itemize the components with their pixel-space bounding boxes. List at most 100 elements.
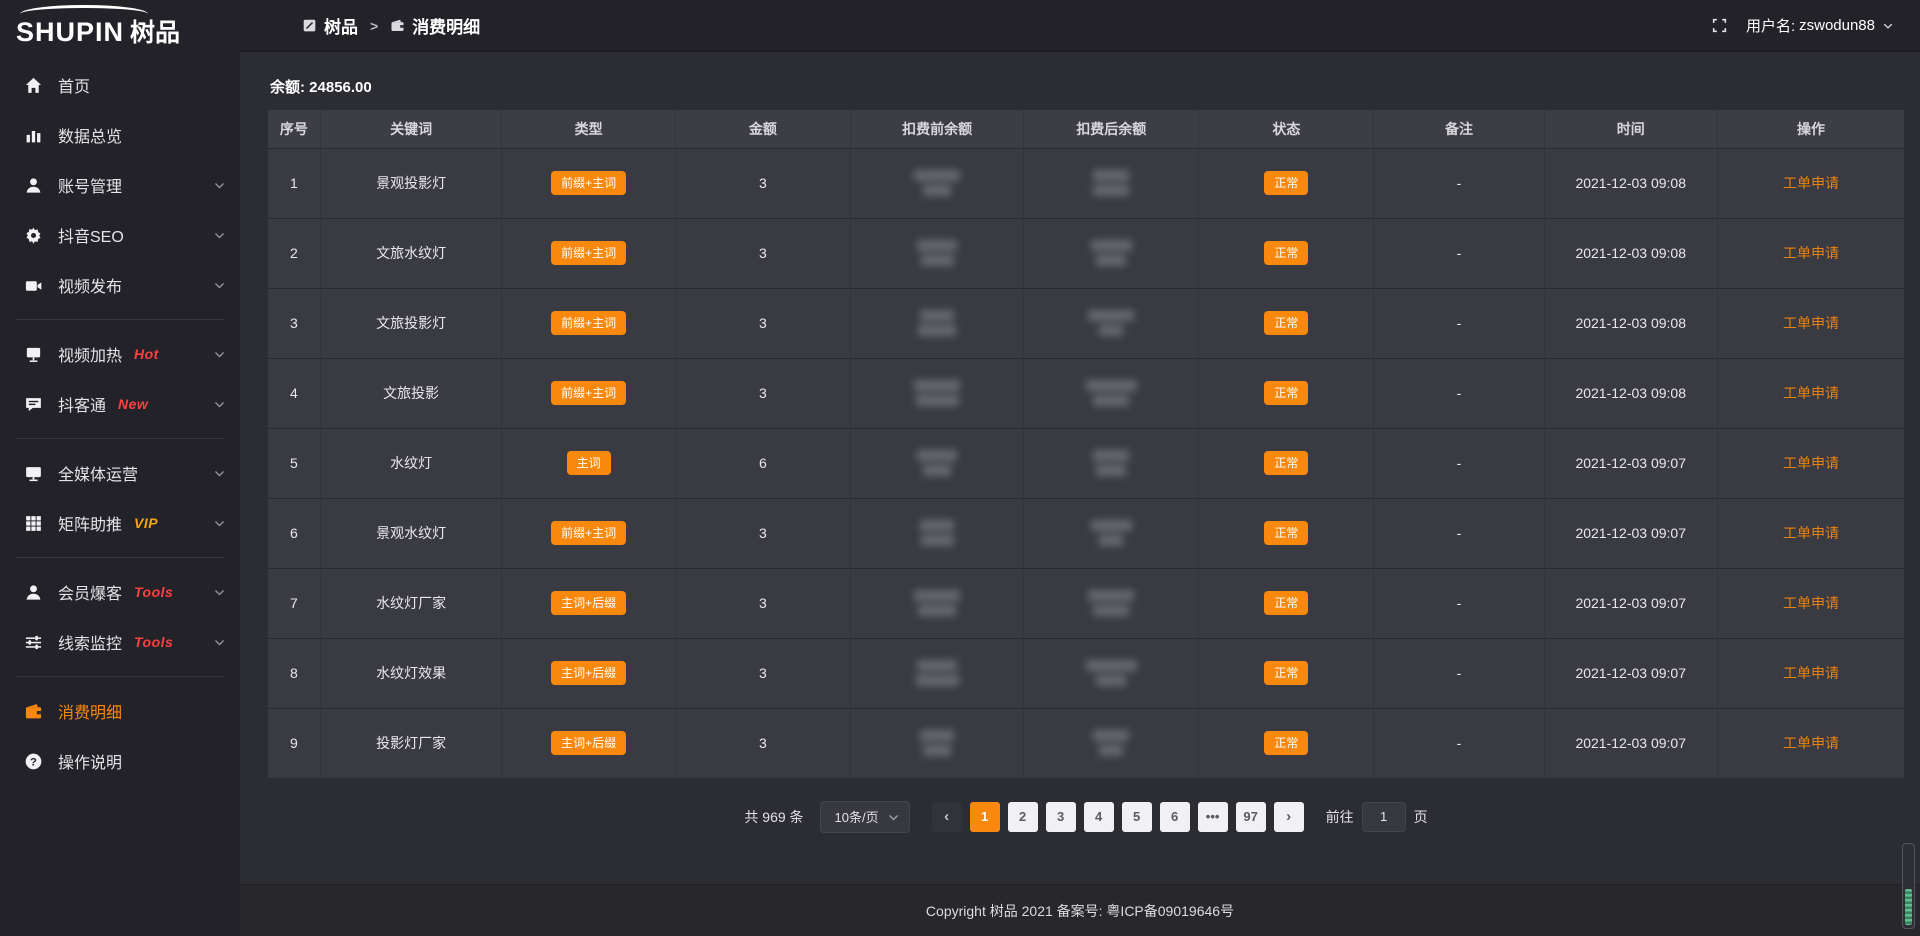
work-order-link[interactable]: 工单申请 bbox=[1783, 525, 1839, 541]
cell-remark: - bbox=[1374, 428, 1544, 498]
page-size-value: 10条/页 bbox=[835, 807, 879, 826]
work-order-link[interactable]: 工单申请 bbox=[1783, 665, 1839, 681]
cell-time: 2021-12-03 09:07 bbox=[1544, 638, 1717, 708]
sidebar-item-video-publish[interactable]: 视频发布 bbox=[0, 260, 240, 310]
status-badge: 正常 bbox=[1264, 381, 1308, 405]
redacted-balance bbox=[1091, 238, 1132, 268]
column-header: 关键词 bbox=[320, 110, 502, 148]
page-button-4[interactable]: 4 bbox=[1084, 802, 1114, 832]
cell-type: 前缀+主词 bbox=[502, 358, 675, 428]
cell-type: 主词 bbox=[502, 428, 675, 498]
table-row: 1景观投影灯前缀+主词3正常-2021-12-03 09:08工单申请 bbox=[268, 148, 1904, 218]
sidebar-item-lead-monitoring[interactable]: 线索监控Tools bbox=[0, 617, 240, 667]
scrollbar-widget[interactable] bbox=[1902, 843, 1915, 929]
type-badge: 主词+后缀 bbox=[551, 661, 626, 685]
cell-type: 前缀+主词 bbox=[502, 288, 675, 358]
work-order-link[interactable]: 工单申请 bbox=[1783, 455, 1839, 471]
type-badge: 主词+后缀 bbox=[551, 731, 626, 755]
cell-pre-balance bbox=[850, 428, 1023, 498]
cell-pre-balance bbox=[850, 638, 1023, 708]
logo-text-en: SHUPIN bbox=[16, 19, 124, 46]
chevron-down-icon bbox=[213, 398, 226, 411]
cell-action: 工单申请 bbox=[1717, 428, 1904, 498]
column-header: 操作 bbox=[1717, 110, 1904, 148]
work-order-link[interactable]: 工单申请 bbox=[1783, 175, 1839, 191]
sidebar-item-member-burst[interactable]: 会员爆客Tools bbox=[0, 567, 240, 617]
wallet-icon bbox=[390, 18, 405, 33]
sidebar-item-label: 视频加热 bbox=[58, 342, 122, 366]
page-button-6[interactable]: 6 bbox=[1160, 802, 1190, 832]
sidebar-item-video-heating[interactable]: 视频加热Hot bbox=[0, 329, 240, 379]
sidebar-item-label: 操作说明 bbox=[58, 749, 122, 773]
consumption-table: 序号关键词类型金额扣费前余额扣费后余额状态备注时间操作 1景观投影灯前缀+主词3… bbox=[268, 110, 1904, 779]
page-button-97[interactable]: 97 bbox=[1236, 802, 1266, 832]
page-size-select[interactable]: 10条/页 bbox=[820, 801, 910, 833]
gear-icon bbox=[24, 226, 43, 245]
user-icon bbox=[24, 176, 43, 195]
status-badge: 正常 bbox=[1264, 241, 1308, 265]
breadcrumb-item-consumption-details[interactable]: 消费明细 bbox=[390, 13, 480, 38]
home-icon bbox=[24, 76, 43, 95]
topbar: 树品 > 消费明细 用户名: zswodun88 bbox=[240, 0, 1920, 52]
username-label: 用户名: bbox=[1746, 15, 1795, 36]
projector-screen-icon bbox=[24, 345, 43, 364]
logo-arc bbox=[20, 5, 148, 14]
wallet-icon bbox=[24, 702, 43, 721]
sidebar-item-home[interactable]: 首页 bbox=[0, 60, 240, 110]
sidebar-item-matrix-boost[interactable]: 矩阵助推VIP bbox=[0, 498, 240, 548]
page-button-2[interactable]: 2 bbox=[1008, 802, 1038, 832]
page-button-1[interactable]: 1 bbox=[970, 802, 1000, 832]
work-order-link[interactable]: 工单申请 bbox=[1783, 315, 1839, 331]
sidebar-item-douketong[interactable]: 抖客通 New bbox=[0, 379, 240, 429]
work-order-link[interactable]: 工单申请 bbox=[1783, 245, 1839, 261]
sidebar-item-consumption-details[interactable]: 消费明细 bbox=[0, 686, 240, 736]
cell-post-balance bbox=[1024, 568, 1199, 638]
cell-keyword: 水纹灯效果 bbox=[320, 638, 502, 708]
next-page-button[interactable]: › bbox=[1274, 802, 1304, 832]
sidebar-item-douyin-seo[interactable]: 抖音SEO bbox=[0, 210, 240, 260]
chevron-down-icon bbox=[887, 811, 900, 824]
sidebar-divider bbox=[16, 557, 224, 558]
cell-post-balance bbox=[1024, 148, 1199, 218]
chevron-down-icon bbox=[213, 636, 226, 649]
sidebar-item-tag: New bbox=[118, 396, 148, 412]
cell-status: 正常 bbox=[1199, 638, 1374, 708]
cell-post-balance bbox=[1024, 708, 1199, 778]
work-order-link[interactable]: 工单申请 bbox=[1783, 385, 1839, 401]
cell-remark: - bbox=[1374, 708, 1544, 778]
cell-time: 2021-12-03 09:08 bbox=[1544, 218, 1717, 288]
type-badge: 主词 bbox=[567, 451, 611, 475]
sidebar-item-operation-guide[interactable]: ?操作说明 bbox=[0, 736, 240, 786]
cell-remark: - bbox=[1374, 498, 1544, 568]
page-button-3[interactable]: 3 bbox=[1046, 802, 1076, 832]
sidebar-item-label: 账号管理 bbox=[58, 173, 122, 197]
chevron-down-icon bbox=[213, 279, 226, 292]
scrollbar-thumb[interactable] bbox=[1905, 889, 1912, 925]
cell-status: 正常 bbox=[1199, 428, 1374, 498]
redacted-balance bbox=[917, 238, 957, 268]
table-header-row: 序号关键词类型金额扣费前余额扣费后余额状态备注时间操作 bbox=[268, 110, 1904, 148]
sidebar-item-data-overview[interactable]: 数据总览 bbox=[0, 110, 240, 160]
work-order-link[interactable]: 工单申请 bbox=[1783, 735, 1839, 751]
fullscreen-icon[interactable] bbox=[1711, 17, 1728, 34]
cell-action: 工单申请 bbox=[1717, 218, 1904, 288]
cell-no: 6 bbox=[268, 498, 320, 568]
cell-time: 2021-12-03 09:07 bbox=[1544, 428, 1717, 498]
type-badge: 前缀+主词 bbox=[551, 311, 626, 335]
prev-page-button[interactable]: ‹ bbox=[932, 802, 962, 832]
sidebar-item-account-management[interactable]: 账号管理 bbox=[0, 160, 240, 210]
breadcrumb-item-shupin[interactable]: 树品 bbox=[302, 13, 358, 38]
cell-pre-balance bbox=[850, 498, 1023, 568]
cell-post-balance bbox=[1024, 428, 1199, 498]
sidebar-item-all-media-operation[interactable]: 全媒体运营 bbox=[0, 448, 240, 498]
cell-remark: - bbox=[1374, 638, 1544, 708]
jump-page-input[interactable] bbox=[1362, 802, 1406, 832]
more-pages-button[interactable]: ••• bbox=[1198, 802, 1228, 832]
sidebar-divider bbox=[16, 438, 224, 439]
user-menu[interactable]: 用户名: zswodun88 bbox=[1746, 15, 1894, 36]
work-order-link[interactable]: 工单申请 bbox=[1783, 595, 1839, 611]
cell-post-balance bbox=[1024, 498, 1199, 568]
sidebar-item-label: 抖客通 bbox=[58, 392, 106, 416]
page-button-5[interactable]: 5 bbox=[1122, 802, 1152, 832]
cell-status: 正常 bbox=[1199, 708, 1374, 778]
